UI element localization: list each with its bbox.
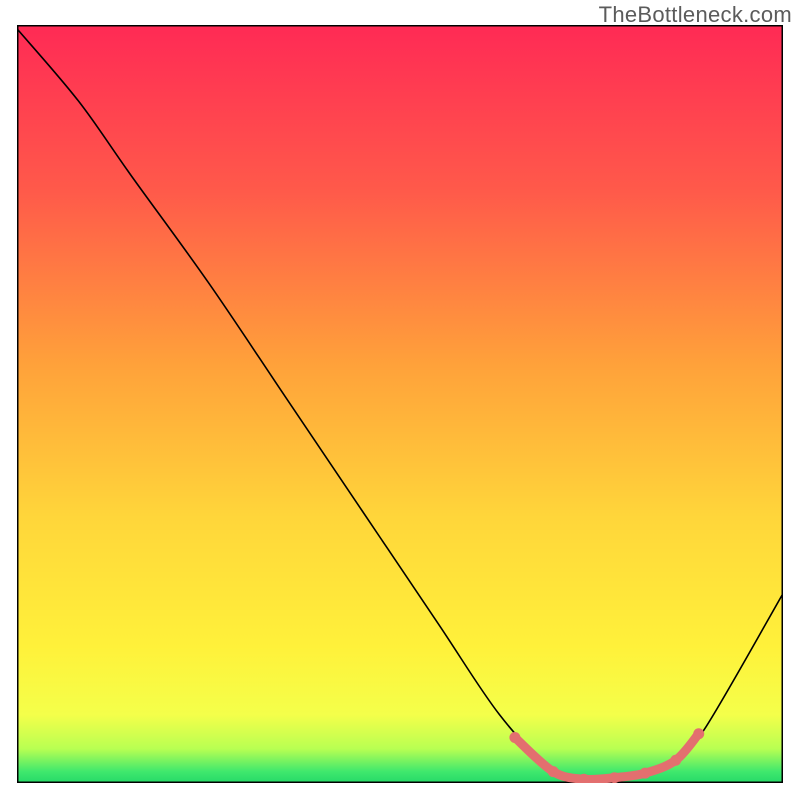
plot-background — [17, 25, 783, 783]
highlight-dot — [548, 766, 559, 777]
highlight-dot — [693, 728, 704, 739]
chart-container: TheBottleneck.com — [0, 0, 800, 800]
plot-frame — [17, 25, 783, 783]
highlight-dot — [670, 755, 681, 766]
watermark-text: TheBottleneck.com — [599, 2, 792, 28]
plot-svg — [17, 25, 783, 783]
highlight-dot — [640, 768, 651, 779]
highlight-dot — [509, 732, 520, 743]
highlight-dot — [609, 772, 620, 783]
